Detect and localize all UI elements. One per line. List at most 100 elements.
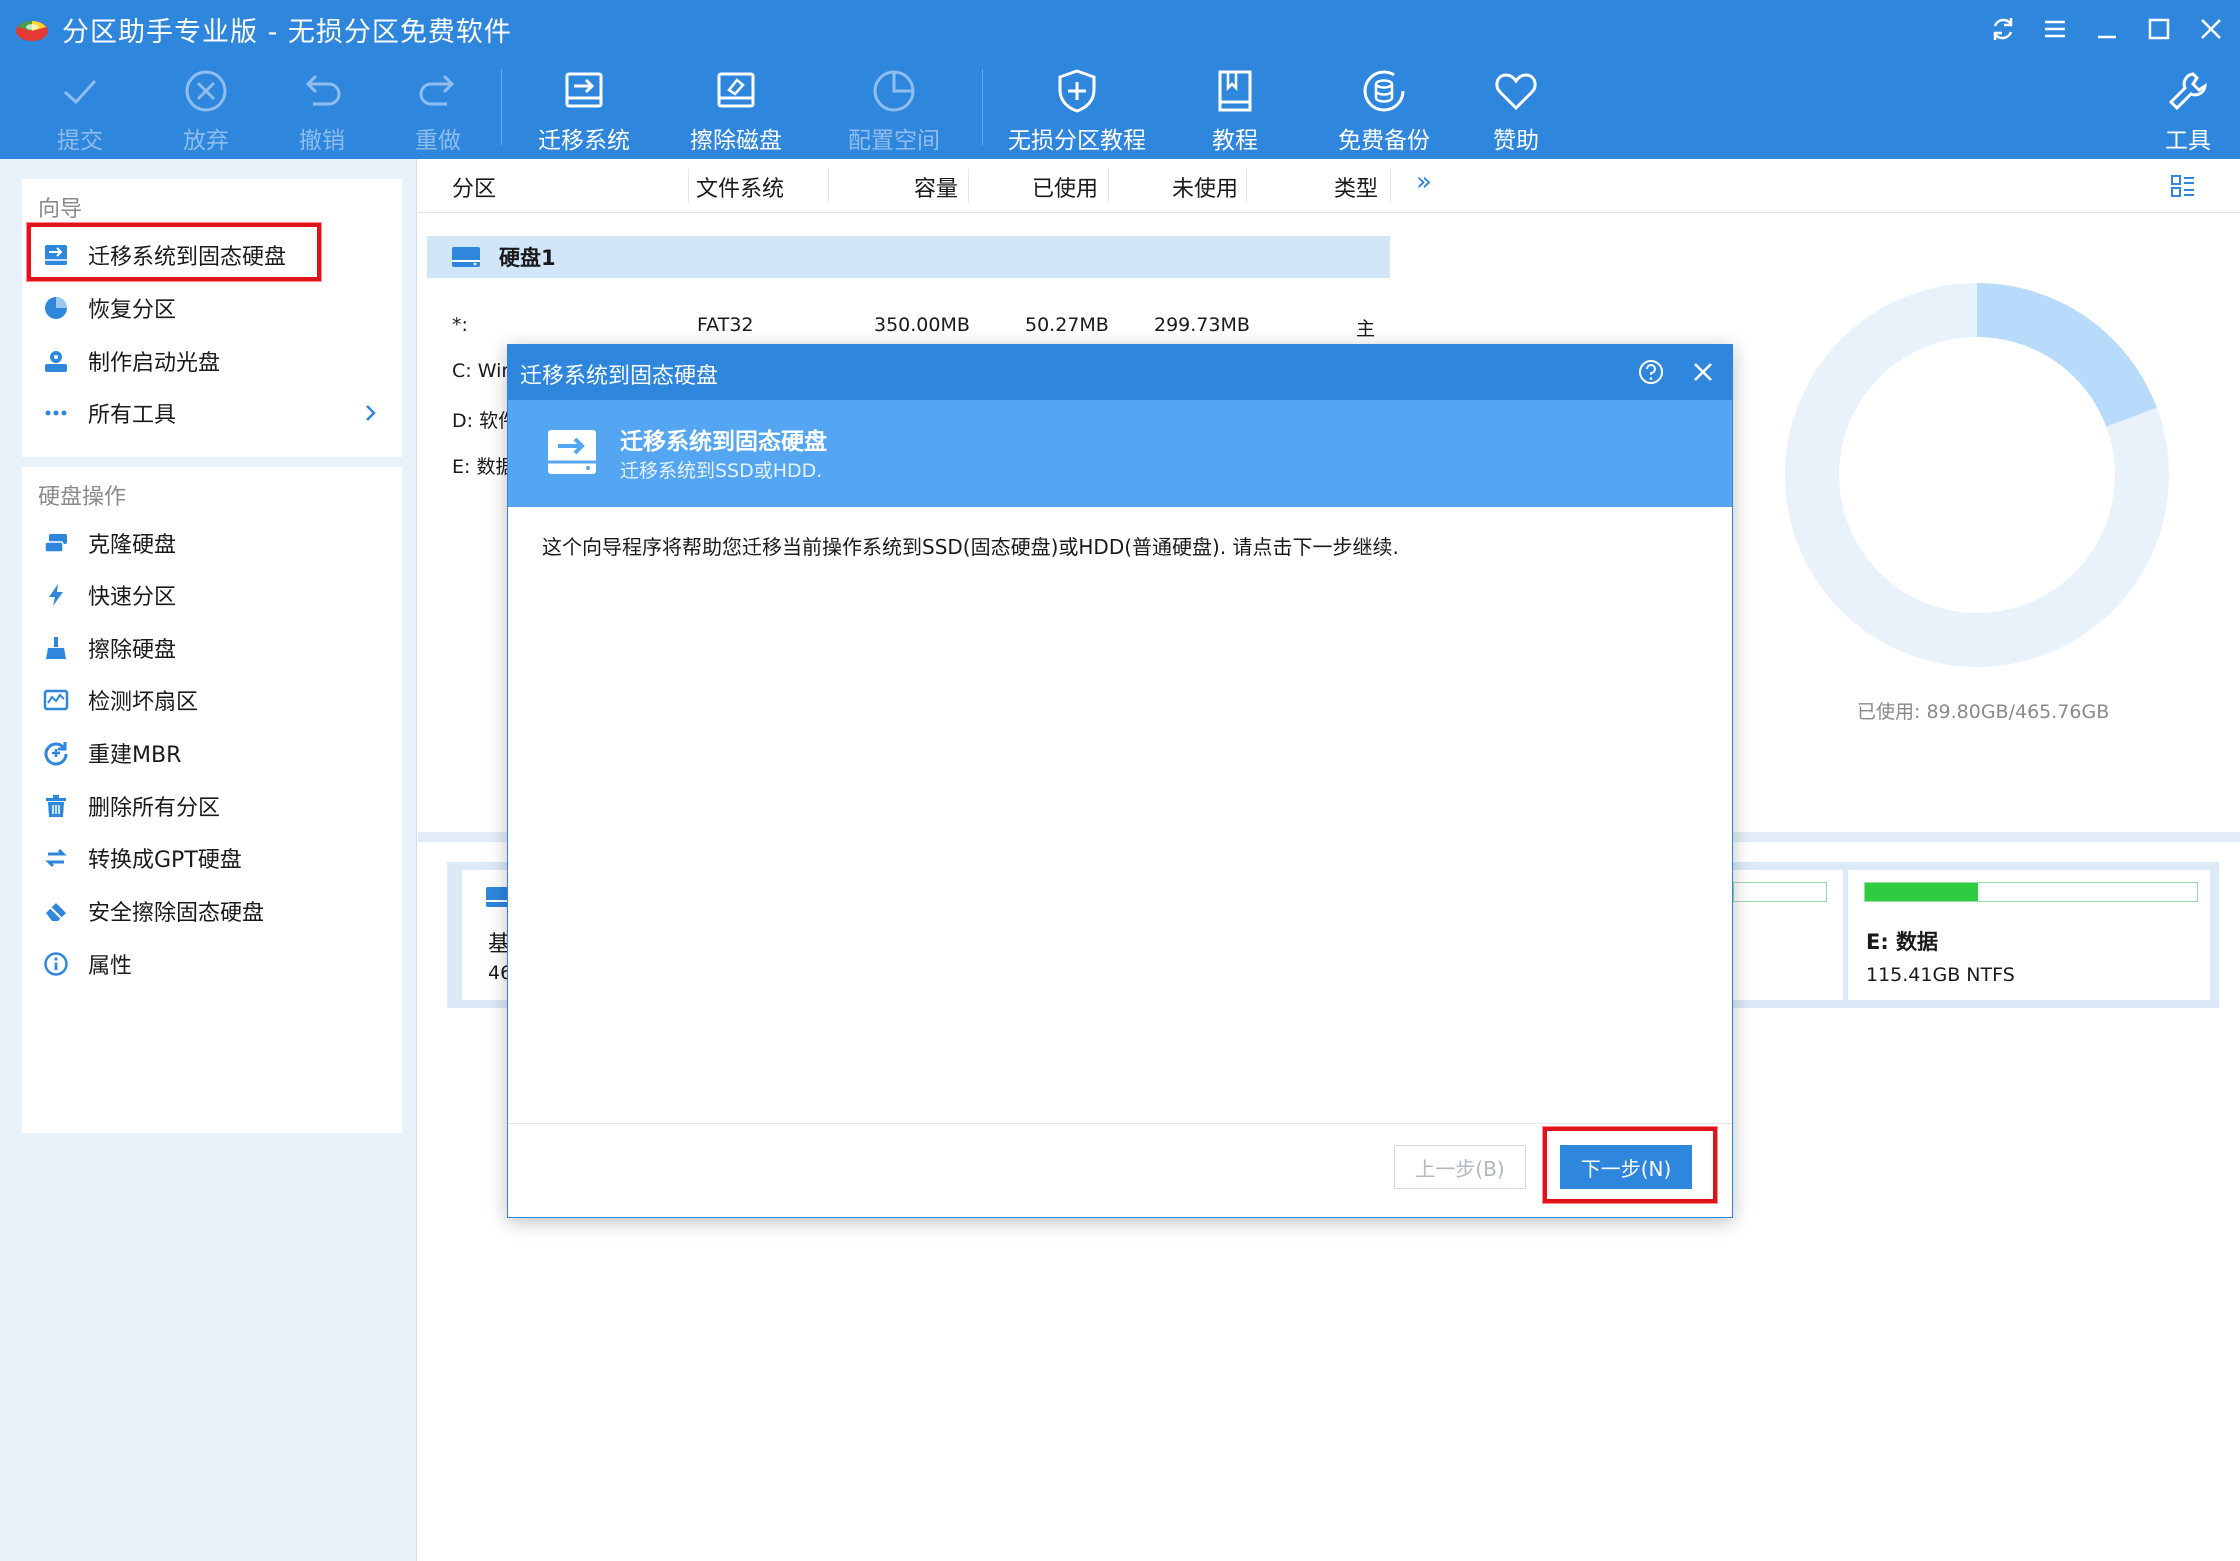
clone-disk-icon (42, 529, 70, 557)
migrate-disk-icon (556, 65, 612, 117)
lossless-tutorial-button[interactable]: 无损分区教程 (1008, 65, 1146, 155)
tutorial-button[interactable]: 教程 (1207, 65, 1263, 155)
partition-usage-fill (1865, 883, 1978, 901)
dialog-title-bar: 迁移系统到固态硬盘 (508, 345, 1732, 400)
row-partition: *: (452, 314, 468, 336)
view-toggle-icon[interactable] (2170, 173, 2196, 199)
sidebar-item-clone-disk[interactable]: 克隆硬盘 (42, 521, 392, 565)
column-separator (1246, 169, 1247, 203)
commit-button[interactable]: 提交 (52, 65, 108, 155)
highlight-migrate-os (27, 223, 321, 281)
shield-icon (1049, 65, 1105, 117)
usage-label: 已使用: 89.80GB/465.76GB (1857, 701, 2110, 723)
sidebar-item-properties[interactable]: 属性 (42, 942, 392, 986)
tools-button[interactable]: 工具 (2160, 65, 2216, 155)
pie-icon (42, 294, 70, 322)
sidebar-item-bad-sector[interactable]: 检测坏扇区 (42, 678, 392, 722)
sidebar-item-wipe-disk[interactable]: 擦除硬盘 (42, 626, 392, 670)
maximize-icon[interactable] (2142, 12, 2176, 46)
dialog-title: 迁移系统到固态硬盘 (520, 364, 719, 389)
sidebar-item-delete-all-partitions[interactable]: 删除所有分区 (42, 784, 392, 828)
partition-card-d[interactable] (1733, 870, 1843, 1000)
sidebar-item-secure-erase-ssd[interactable]: 安全擦除固态硬盘 (42, 889, 392, 933)
donut-used-arc (1976, 283, 2157, 428)
allocate-space-button[interactable]: 配置空间 (848, 65, 940, 155)
heart-icon (1488, 65, 1544, 117)
wipe-disk-icon (708, 65, 764, 117)
refresh-icon[interactable] (1986, 12, 2020, 46)
undo-icon (294, 65, 350, 117)
undo-button[interactable]: 撤销 (294, 65, 350, 155)
sidebar-item-label: 制作启动光盘 (88, 351, 221, 376)
toolbar-separator (501, 69, 502, 145)
discard-button[interactable]: 放弃 (178, 65, 234, 155)
more-columns-icon[interactable]: » (1416, 167, 1432, 197)
sidebar-item-label: 重建MBR (88, 743, 182, 768)
dialog-close-icon[interactable] (1688, 357, 1718, 387)
sidebar-item-boot-disc[interactable]: 制作启动光盘 (42, 339, 392, 383)
wizard-panel: 向导 迁移系统到固态硬盘 恢复分区 制作启动光盘 所有工具 (22, 179, 402, 457)
column-filesystem[interactable]: 文件系统 (696, 171, 784, 203)
toolbar-separator (982, 69, 983, 145)
hard-disk-icon (452, 247, 480, 267)
info-icon (42, 950, 70, 978)
column-separator (968, 169, 969, 203)
column-type[interactable]: 类型 (1334, 171, 1378, 203)
eraser-icon (42, 897, 70, 925)
disk1-header[interactable]: 硬盘1 (427, 236, 1390, 278)
sidebar-item-convert-gpt[interactable]: 转换成GPT硬盘 (42, 836, 392, 880)
wrench-icon (2160, 65, 2216, 117)
sidebar-item-label: 恢复分区 (88, 298, 177, 323)
wipe-disk-button[interactable]: 擦除磁盘 (690, 65, 782, 155)
title-bar: 分区助手专业版 - 无损分区免费软件 (0, 0, 2240, 57)
column-separator (688, 169, 689, 203)
column-unused[interactable]: 未使用 (1172, 171, 1238, 203)
dialog-footer-divider (508, 1123, 1732, 1124)
migrate-disk-icon (548, 430, 596, 474)
pie-chart-icon (866, 65, 922, 117)
dots-icon (42, 399, 70, 427)
broom-icon (42, 634, 70, 662)
migrate-os-button[interactable]: 迁移系统 (538, 65, 630, 155)
usage-donut-chart (1785, 283, 2169, 667)
redo-button[interactable]: 重做 (410, 65, 466, 155)
column-used[interactable]: 已使用 (1032, 171, 1098, 203)
app-title: 分区助手专业版 - 无损分区免费软件 (62, 17, 512, 48)
row-type: 主 (1356, 318, 1376, 340)
table-row[interactable]: C: Win (452, 360, 513, 382)
row-filesystem: FAT32 (697, 314, 754, 336)
sidebar-item-rebuild-mbr[interactable]: 重建MBR (42, 731, 392, 775)
trash-icon (42, 792, 70, 820)
partition-table-header: 分区 文件系统 容量 已使用 未使用 类型 » (418, 159, 2240, 213)
sidebar-item-recover-partition[interactable]: 恢复分区 (42, 286, 392, 330)
donate-button[interactable]: 赞助 (1488, 65, 1544, 155)
help-icon[interactable] (1636, 357, 1666, 387)
free-backup-button[interactable]: 免费备份 (1338, 65, 1430, 155)
table-row[interactable]: E: 数据 (452, 452, 514, 479)
partition-usage-bar (1733, 882, 1827, 902)
partition-card-e[interactable]: E: 数据 115.41GB NTFS (1848, 870, 2210, 1000)
disk1-label: 硬盘1 (499, 246, 556, 270)
sidebar-item-quick-partition[interactable]: 快速分区 (42, 573, 392, 617)
sidebar-item-all-tools[interactable]: 所有工具 (42, 391, 392, 435)
column-separator (1108, 169, 1109, 203)
row-unused: 299.73MB (1154, 314, 1250, 336)
column-capacity[interactable]: 容量 (914, 171, 958, 203)
dialog-heading: 迁移系统到固态硬盘 (620, 429, 827, 455)
wizard-title: 向导 (38, 197, 83, 222)
previous-button[interactable]: 上一步(B) (1394, 1145, 1526, 1189)
partition-name: E: 数据 (1866, 930, 1939, 954)
check-icon (52, 65, 108, 117)
row-capacity: 350.00MB (874, 314, 970, 336)
partition-usage-bar (1864, 882, 2198, 902)
app-logo-icon (16, 21, 48, 41)
sidebar-item-label: 删除所有分区 (88, 796, 221, 821)
menu-icon[interactable] (2038, 12, 2072, 46)
close-icon[interactable] (2194, 12, 2228, 46)
sidebar-item-label: 快速分区 (88, 585, 177, 610)
sidebar-item-label: 所有工具 (88, 403, 177, 428)
column-partition[interactable]: 分区 (452, 171, 496, 203)
chevron-right-icon (366, 405, 376, 421)
minimize-icon[interactable] (2090, 12, 2124, 46)
partition-size: 115.41GB NTFS (1866, 964, 2015, 986)
